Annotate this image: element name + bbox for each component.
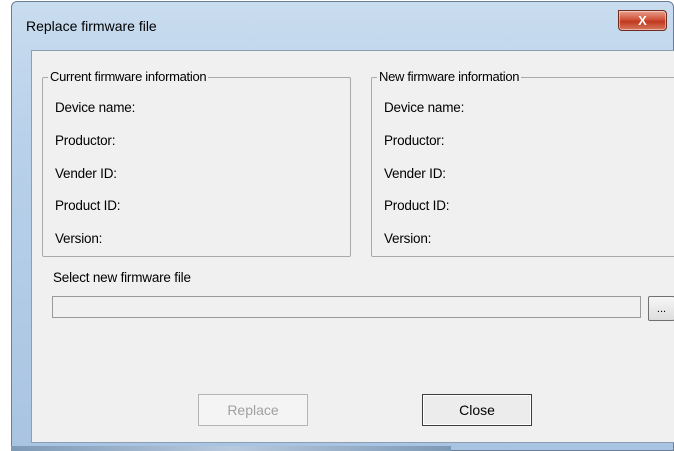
close-button[interactable]: Close [422, 394, 532, 426]
new-product-id-label: Product ID: [384, 198, 450, 213]
current-device-name-label: Device name: [55, 100, 136, 115]
new-firmware-group-title: New firmware information [377, 69, 522, 84]
current-vender-id-label: Vender ID: [55, 166, 117, 181]
current-productor-label: Productor: [55, 133, 116, 148]
close-icon: X [638, 13, 647, 28]
current-firmware-group: Current firmware information Device name… [42, 69, 351, 257]
window-close-button[interactable]: X [618, 10, 667, 31]
browse-button[interactable]: ... [648, 296, 674, 321]
firmware-path-input[interactable] [52, 296, 641, 318]
window-title: Replace firmware file [26, 18, 157, 34]
current-firmware-group-title: Current firmware information [48, 69, 209, 84]
new-device-name-label: Device name: [384, 100, 465, 115]
current-product-id-label: Product ID: [55, 198, 121, 213]
window-bottom-edge [11, 446, 451, 451]
dialog-window: Replace firmware file X Current firmware… [11, 1, 674, 451]
select-file-label: Select new firmware file [53, 270, 191, 285]
new-version-label: Version: [384, 231, 432, 246]
new-productor-label: Productor: [384, 133, 445, 148]
new-firmware-group: New firmware information Device name: Pr… [371, 69, 674, 257]
dialog-client-area: Current firmware information Device name… [31, 50, 674, 443]
current-version-label: Version: [55, 231, 103, 246]
replace-button[interactable]: Replace [198, 394, 308, 426]
new-vender-id-label: Vender ID: [384, 166, 446, 181]
